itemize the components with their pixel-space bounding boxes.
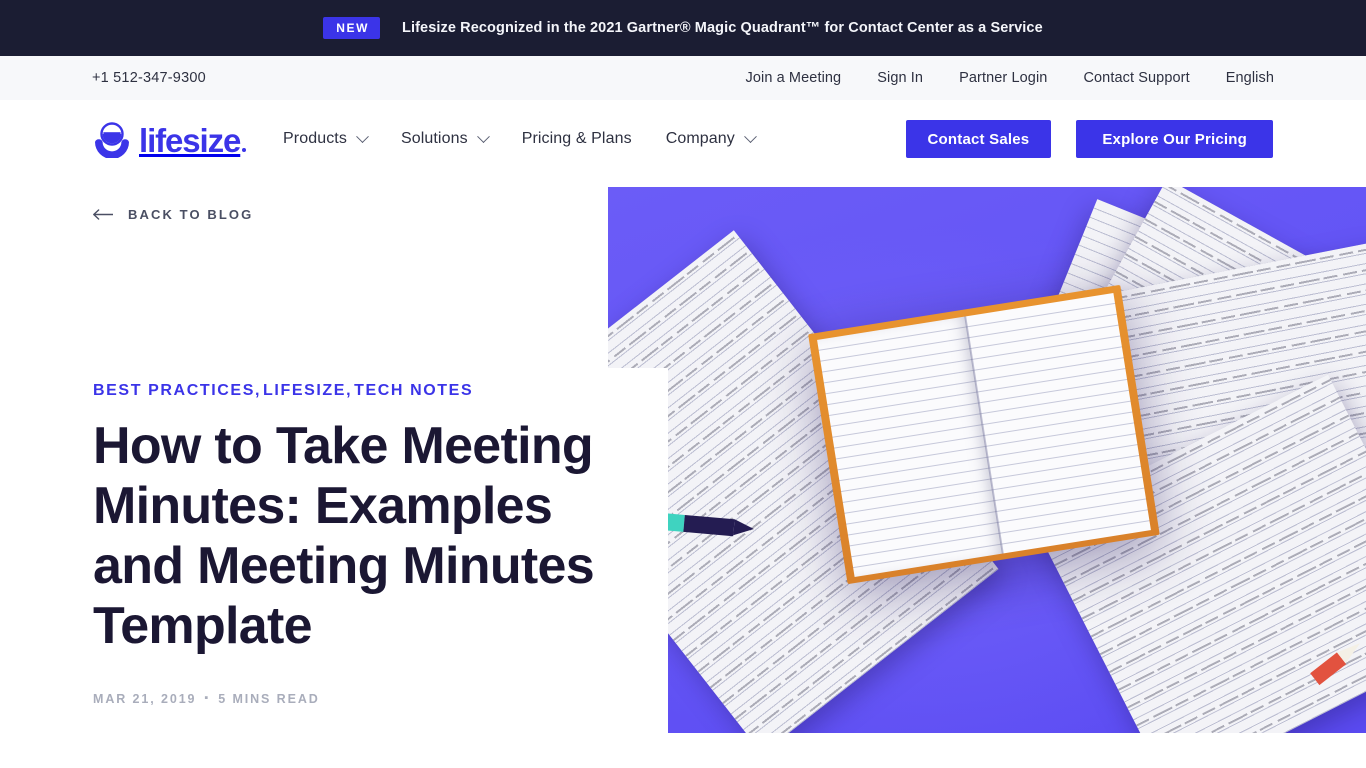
nav-label-products: Products bbox=[283, 130, 347, 147]
nav-label-company: Company bbox=[665, 130, 735, 147]
category-link-tech-notes[interactable]: TECH NOTES bbox=[354, 382, 473, 400]
article-categories: BEST PRACTICES, LIFESIZE, TECH NOTES bbox=[93, 382, 473, 400]
article-meta: MAR 21, 2019 ▪ 5 MINS READ bbox=[93, 692, 320, 706]
hero-open-notebook bbox=[808, 284, 1160, 585]
category-link-best-practices[interactable]: BEST PRACTICES bbox=[93, 382, 255, 400]
article-date: MAR 21, 2019 bbox=[93, 692, 197, 706]
category-separator: , bbox=[346, 382, 353, 399]
article-title: How to Take Meeting Minutes: Examples an… bbox=[93, 417, 595, 655]
nav-cta-group: Contact Sales Explore Our Pricing bbox=[905, 120, 1273, 158]
article-read-time: 5 MINS READ bbox=[218, 692, 320, 706]
utility-link-contact-support[interactable]: Contact Support bbox=[1083, 70, 1189, 86]
new-badge: NEW bbox=[323, 17, 381, 39]
chevron-down-icon bbox=[356, 129, 369, 143]
phone-number-link[interactable]: +1 512-347-9300 bbox=[92, 70, 206, 86]
utility-link-join-a-meeting[interactable]: Join a Meeting bbox=[746, 70, 842, 86]
back-to-blog-label: BACK TO BLOG bbox=[128, 207, 254, 222]
chevron-down-icon bbox=[476, 129, 490, 143]
category-separator: , bbox=[254, 382, 262, 399]
lifesize-mark-icon bbox=[95, 122, 129, 158]
nav-item-products[interactable]: Products bbox=[283, 129, 369, 148]
lifesize-wordmark: lifesize bbox=[139, 124, 246, 157]
contact-sales-button[interactable]: Contact Sales bbox=[905, 120, 1052, 158]
utility-link-partner-login[interactable]: Partner Login bbox=[959, 70, 1047, 86]
nav-item-company[interactable]: Company bbox=[665, 129, 757, 148]
language-selector[interactable]: English bbox=[1226, 70, 1274, 86]
utility-links: Join a Meeting Sign In Partner Login Con… bbox=[746, 70, 1274, 86]
announcement-content: NEW Lifesize Recognized in the 2021 Gart… bbox=[323, 17, 1043, 39]
main-navigation: lifesize Products Solutions Pricing & Pl… bbox=[0, 100, 1366, 178]
notebook-pages bbox=[817, 293, 1151, 577]
announcement-link[interactable]: Lifesize Recognized in the 2021 Gartner®… bbox=[402, 20, 1043, 36]
nav-item-pricing-plans[interactable]: Pricing & Plans bbox=[522, 130, 632, 148]
category-link-lifesize[interactable]: LIFESIZE bbox=[263, 382, 346, 400]
arrow-left-icon bbox=[93, 209, 113, 220]
hero-image-notch bbox=[608, 368, 668, 733]
pencil-tip bbox=[733, 519, 755, 537]
meta-separator: ▪ bbox=[204, 692, 211, 704]
nav-item-solutions[interactable]: Solutions bbox=[400, 129, 490, 148]
primary-nav-links: Products Solutions Pricing & Plans Compa… bbox=[283, 129, 757, 148]
announcement-banner: NEW Lifesize Recognized in the 2021 Gart… bbox=[0, 0, 1366, 56]
lifesize-logo[interactable]: lifesize bbox=[92, 120, 246, 158]
hero-image bbox=[608, 187, 1366, 733]
utility-link-sign-in[interactable]: Sign In bbox=[877, 70, 923, 86]
back-to-blog-link[interactable]: BACK TO BLOG bbox=[93, 207, 253, 222]
nav-label-solutions: Solutions bbox=[400, 130, 468, 147]
explore-pricing-button[interactable]: Explore Our Pricing bbox=[1076, 120, 1273, 158]
nav-label-pricing-plans: Pricing & Plans bbox=[521, 130, 632, 147]
utility-bar: +1 512-347-9300 Join a Meeting Sign In P… bbox=[0, 56, 1366, 100]
chevron-down-icon bbox=[744, 129, 757, 143]
